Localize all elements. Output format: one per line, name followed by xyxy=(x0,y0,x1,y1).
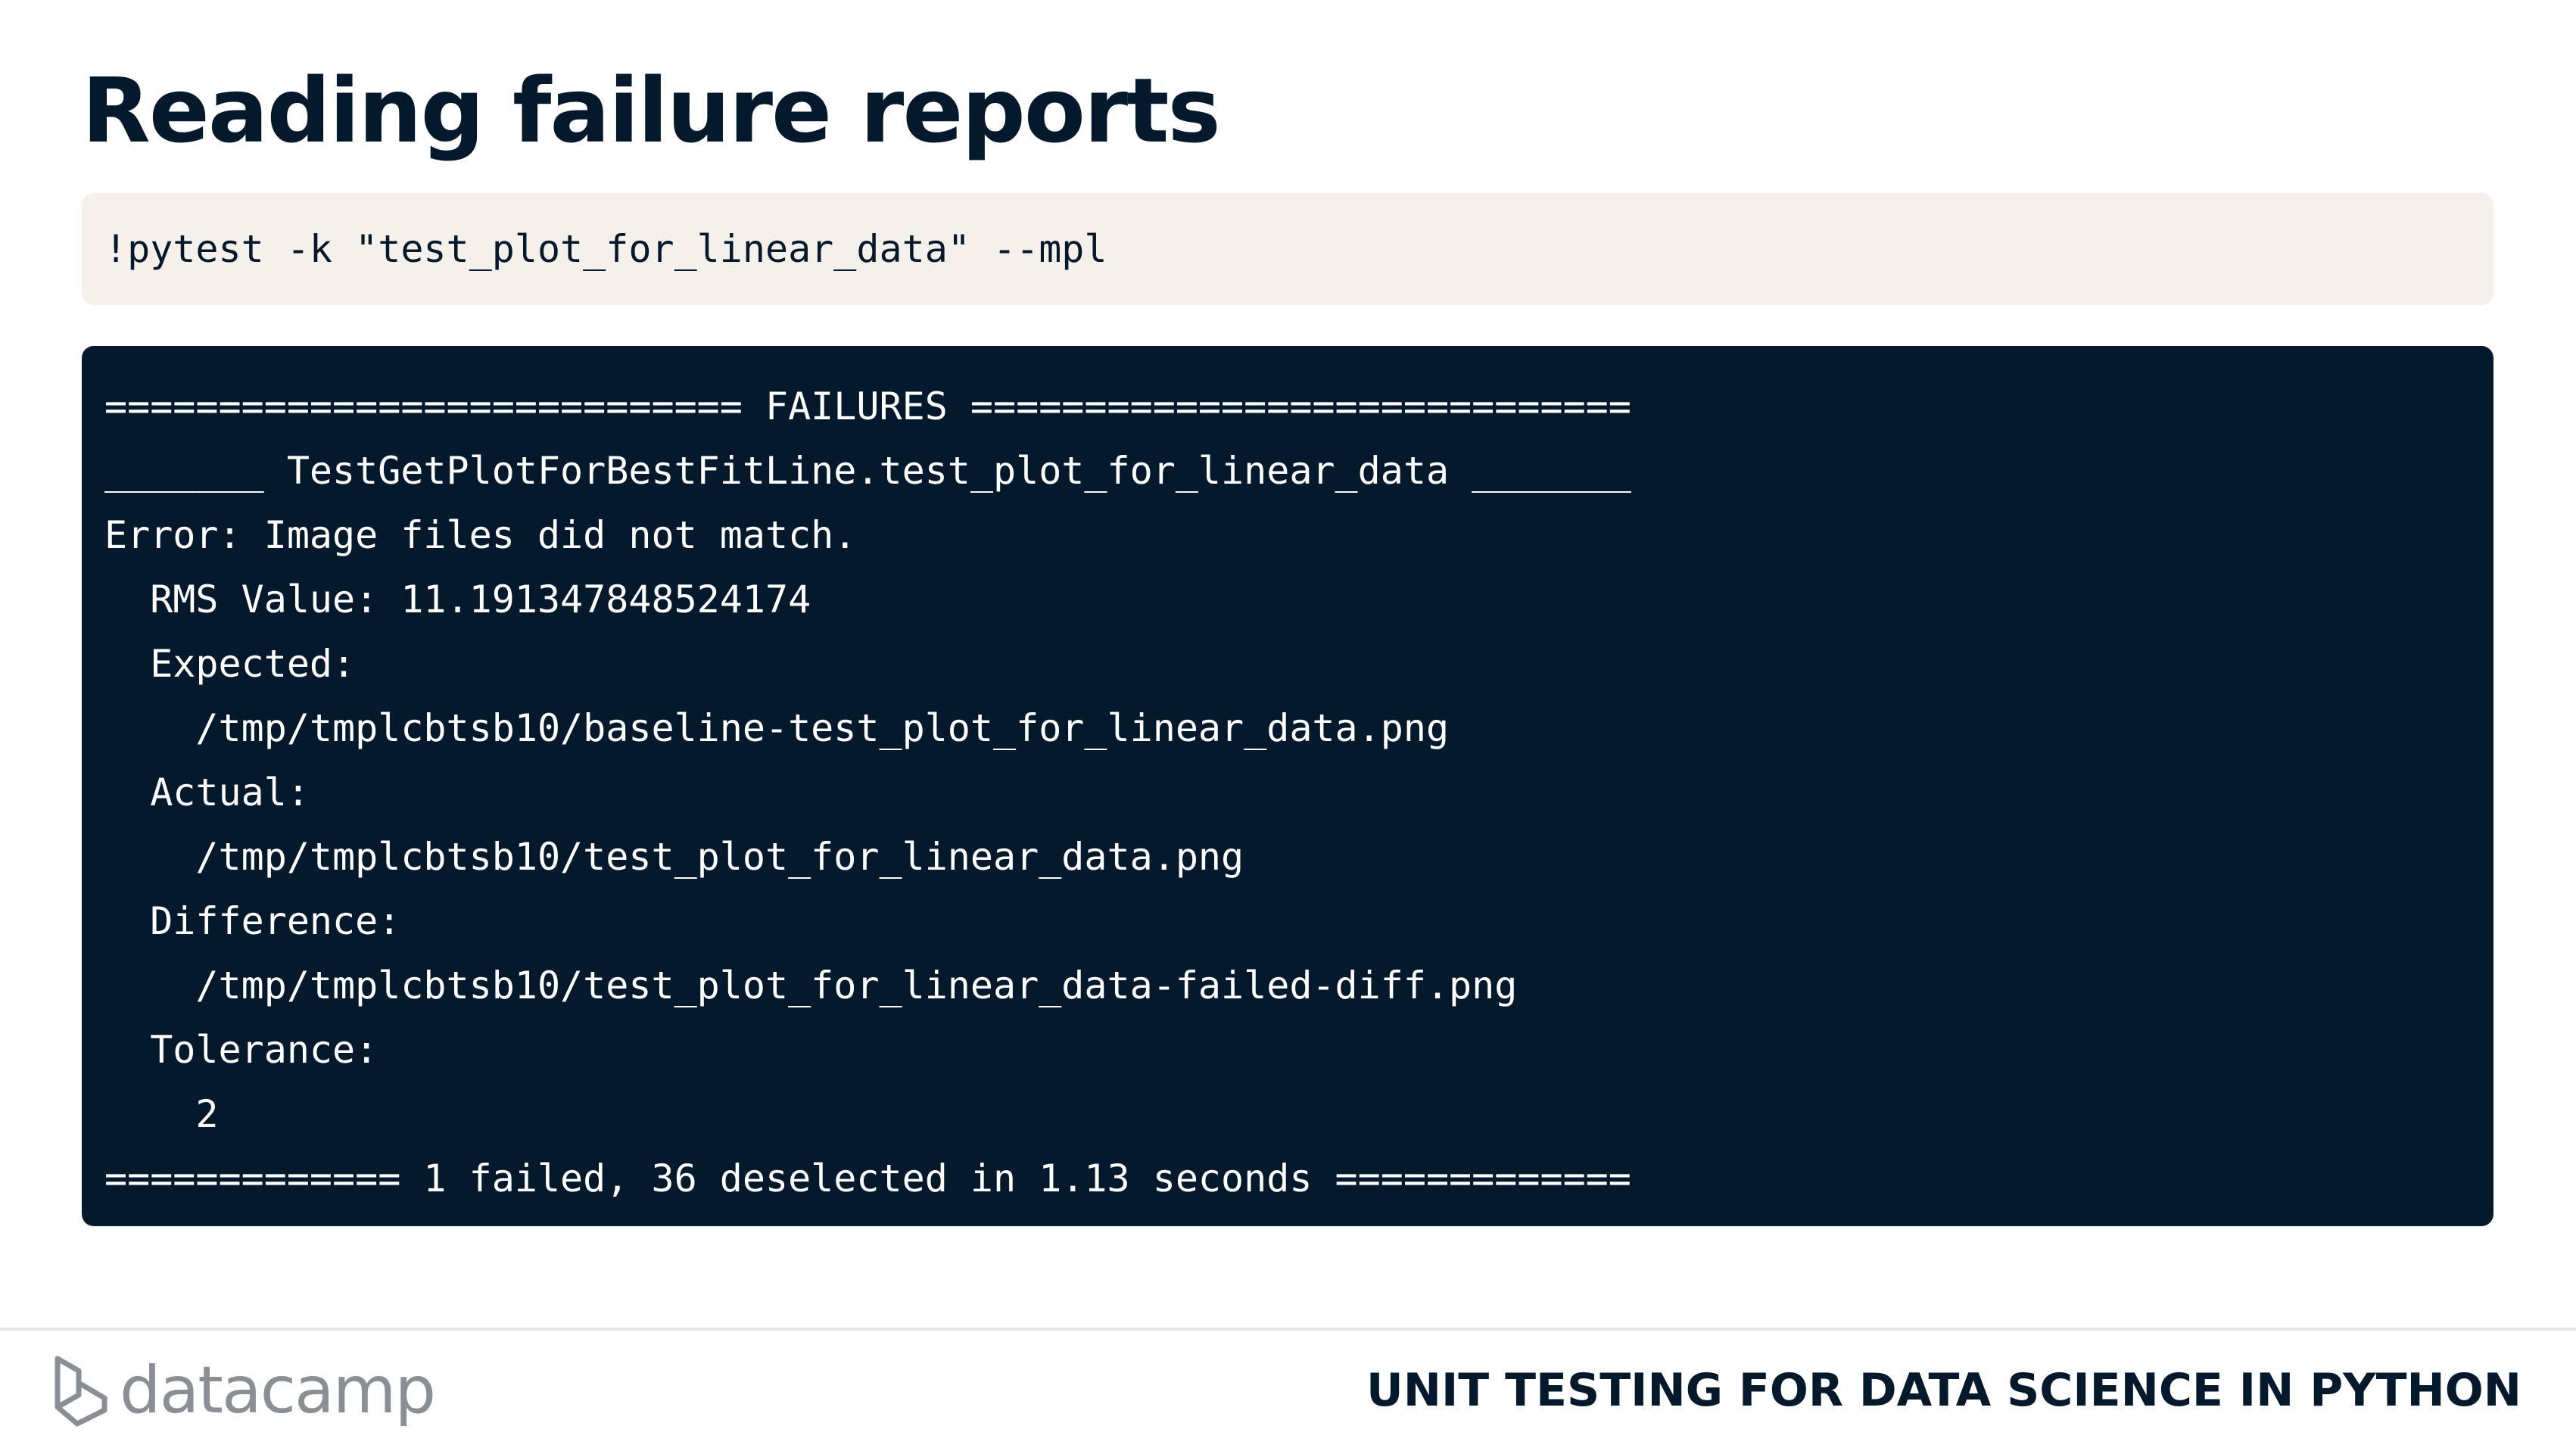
command-text: !pytest -k "test_plot_for_linear_data" -… xyxy=(104,227,1107,271)
datacamp-logo: datacamp xyxy=(51,1349,436,1432)
slide: Reading failure reports !pytest -k "test… xyxy=(0,0,2576,1451)
output-line: Expected: xyxy=(104,642,356,686)
output-line: ============= 1 failed, 36 deselected in… xyxy=(104,1157,1631,1200)
output-line: /tmp/tmplcbtsb10/test_plot_for_linear_da… xyxy=(104,835,1244,879)
command-box: !pytest -k "test_plot_for_linear_data" -… xyxy=(82,193,2493,305)
output-line: /tmp/tmplcbtsb10/test_plot_for_linear_da… xyxy=(104,964,1518,1007)
output-lines: ============================ FAILURES ==… xyxy=(104,375,1631,1211)
output-line: Error: Image files did not match. xyxy=(104,513,857,557)
footer-divider xyxy=(0,1328,2576,1331)
output-line: Tolerance: xyxy=(104,1028,378,1072)
output-line: /tmp/tmplcbtsb10/baseline-test_plot_for_… xyxy=(104,706,1450,750)
output-box: ============================ FAILURES ==… xyxy=(82,346,2493,1226)
output-line: _______ TestGetPlotForBestFitLine.test_p… xyxy=(104,449,1631,493)
logo-wordmark: datacamp xyxy=(120,1353,436,1428)
course-title: UNIT TESTING FOR DATA SCIENCE IN PYTHON xyxy=(1366,1364,2521,1417)
datacamp-icon xyxy=(55,1356,107,1427)
output-line: Difference: xyxy=(104,899,401,943)
slide-title: Reading failure reports xyxy=(82,58,1221,163)
output-line: 2 xyxy=(104,1092,219,1136)
output-line: ============================ FAILURES ==… xyxy=(104,385,1631,428)
output-line: RMS Value: 11.191347848524174 xyxy=(104,578,811,621)
output-line: Actual: xyxy=(104,771,310,814)
